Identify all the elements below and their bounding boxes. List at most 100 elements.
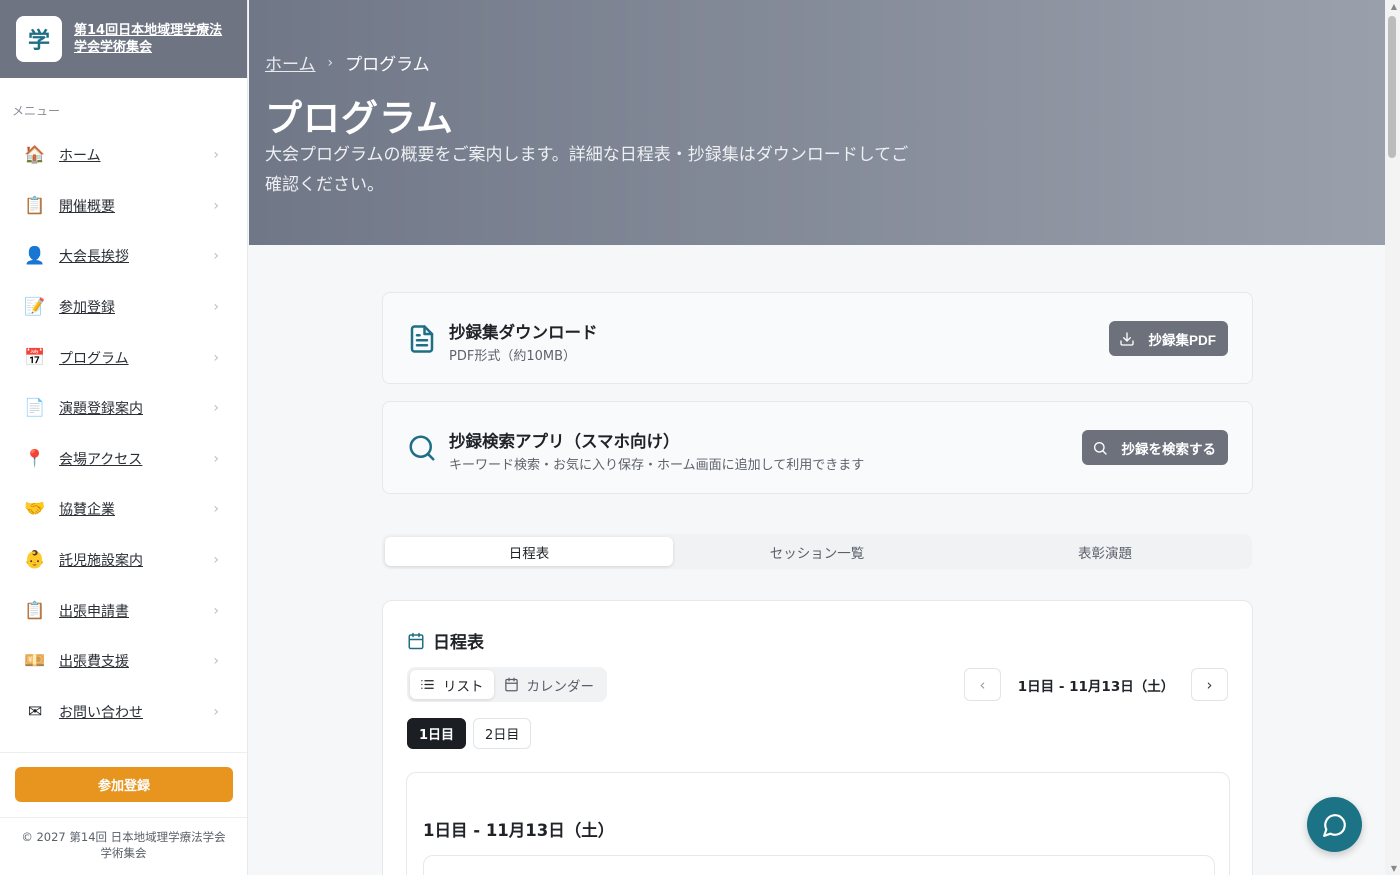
calendar-view-button[interactable]: カレンダー bbox=[494, 670, 605, 699]
download-pdf-label: 抄録集PDF bbox=[1148, 332, 1217, 348]
download-icon bbox=[1119, 331, 1134, 346]
menu-label: メニュー bbox=[12, 104, 61, 118]
calendar-icon: 📅 bbox=[24, 347, 46, 368]
clipboard-icon: 📋 bbox=[24, 600, 46, 621]
sidebar-item[interactable]: 📋 開催概要 › bbox=[0, 181, 247, 232]
site-title[interactable]: 第14回日本地域理学療法 学会学術集会 bbox=[74, 22, 222, 56]
chat-icon bbox=[1322, 813, 1346, 837]
sidebar-item[interactable]: 👶 託児施設案内 › bbox=[0, 535, 247, 586]
search-abstracts-button[interactable]: 抄録を検索する bbox=[1081, 430, 1228, 465]
sidebar-item[interactable]: 🤝 協賛企業 › bbox=[0, 484, 247, 535]
sidebar-item[interactable]: 📝 参加登録 › bbox=[0, 282, 247, 333]
sidebar-item[interactable]: 👤 大会長挨拶 › bbox=[0, 231, 247, 282]
site-title-line2: 学会学術集会 bbox=[74, 40, 153, 55]
page-description: 大会プログラムの概要をご案内します。詳細な日程表・抄録集はダウンロードしてご確認… bbox=[265, 145, 909, 195]
day-schedule-card: 1日目 - 11月13日（土） bbox=[406, 772, 1230, 875]
sidebar-item[interactable]: 📅 プログラム › bbox=[0, 332, 247, 383]
chevron-right-icon: › bbox=[213, 552, 219, 569]
tab-sessions[interactable]: セッション一覧 bbox=[673, 537, 961, 566]
sidebar-item[interactable]: 📍 会場アクセス › bbox=[0, 434, 247, 485]
sidebar-item-label: ホーム bbox=[59, 148, 101, 165]
calendar-icon bbox=[504, 677, 518, 692]
chat-button[interactable] bbox=[1307, 797, 1362, 852]
search-card-title: 抄録検索アプリ（スマホ向け） bbox=[449, 432, 680, 451]
breadcrumb-home-link[interactable]: ホーム bbox=[265, 50, 316, 75]
sidebar-item-label: 演題登録案内 bbox=[59, 401, 143, 418]
search-icon bbox=[1093, 441, 1107, 455]
breadcrumb-separator-icon: › bbox=[327, 54, 334, 71]
chevron-right-icon: › bbox=[213, 147, 219, 164]
search-icon bbox=[409, 435, 435, 461]
chevron-right-icon: › bbox=[213, 703, 219, 720]
sidebar-item-label: 会場アクセス bbox=[59, 451, 143, 468]
handshake-icon: 🤝 bbox=[24, 499, 46, 520]
person-icon: 👤 bbox=[24, 246, 46, 267]
day-tab-2[interactable]: 2日目 bbox=[473, 718, 532, 749]
memo-icon: 📝 bbox=[24, 297, 46, 318]
brand-header[interactable]: 学 第14回日本地域理学療法 学会学術集会 bbox=[0, 0, 247, 78]
next-day-button[interactable]: › bbox=[1191, 668, 1228, 701]
chevron-right-icon: › bbox=[213, 602, 219, 619]
list-view-label: リスト bbox=[443, 678, 484, 695]
calendar-view-label: カレンダー bbox=[526, 678, 595, 695]
sidebar-item-label: 出張申請書 bbox=[59, 603, 129, 620]
tab-schedule[interactable]: 日程表 bbox=[385, 537, 673, 566]
chevron-right-icon: › bbox=[213, 653, 219, 670]
sidebar-item-label: 参加登録 bbox=[59, 300, 115, 317]
site-logo: 学 bbox=[16, 16, 62, 62]
download-card-subtitle: PDF形式（約10MB） bbox=[449, 349, 577, 364]
list-view-button[interactable]: リスト bbox=[410, 670, 494, 699]
breadcrumb: ホーム › プログラム bbox=[265, 50, 430, 76]
sidebar-item[interactable]: 📋 出張申請書 › bbox=[0, 585, 247, 636]
sidebar-item[interactable]: 📄 演題登録案内 › bbox=[0, 383, 247, 434]
sidebar-item-label: 大会長挨拶 bbox=[59, 249, 129, 266]
chevron-right-icon: › bbox=[213, 450, 219, 467]
sidebar-item[interactable]: 🏠 ホーム › bbox=[0, 130, 247, 181]
scroll-down-icon[interactable]: ▼ bbox=[1391, 864, 1397, 873]
sidebar-item-label: 託児施設案内 bbox=[59, 553, 143, 570]
clipboard-icon: 📋 bbox=[24, 195, 46, 216]
breadcrumb-current: プログラム bbox=[345, 55, 430, 75]
search-abstracts-label: 抄録を検索する bbox=[1121, 441, 1217, 457]
download-pdf-button[interactable]: 抄録集PDF bbox=[1108, 321, 1228, 356]
sidebar-item[interactable]: ✉ お問い合わせ › bbox=[0, 687, 247, 738]
session-card[interactable] bbox=[423, 855, 1215, 875]
tab-awards[interactable]: 表彰演題 bbox=[961, 537, 1249, 566]
day-tabs: 1日目 2日目 bbox=[407, 718, 538, 749]
baby-icon: 👶 bbox=[24, 550, 46, 571]
sidebar-item[interactable]: 💴 出張費支援 › bbox=[0, 636, 247, 687]
sidebar-item-label: 協賛企業 bbox=[59, 502, 115, 519]
sidebar-cta-area: 参加登録 bbox=[0, 752, 247, 802]
chevron-right-icon: › bbox=[213, 349, 219, 366]
page-hero: ホーム › プログラム プログラム 大会プログラムの概要をご案内します。詳細な日… bbox=[249, 0, 1385, 245]
site-title-line1: 第14回日本地域理学療法 bbox=[74, 23, 223, 38]
chevron-right-icon: › bbox=[213, 501, 219, 518]
scrollbar-thumb[interactable] bbox=[1388, 16, 1396, 158]
envelope-icon: ✉ bbox=[27, 701, 43, 722]
abstract-search-card: 抄録検索アプリ（スマホ向け） キーワード検索・お気に入り保存・ホーム画面に追加し… bbox=[382, 401, 1253, 494]
schedule-title: 日程表 bbox=[433, 633, 484, 653]
house-icon: 🏠 bbox=[24, 145, 46, 166]
sidebar-item-label: 出張費支援 bbox=[59, 654, 129, 671]
page-title: プログラム bbox=[265, 97, 454, 140]
sidebar-item-label: 開催概要 bbox=[59, 198, 115, 215]
money-icon: 💴 bbox=[24, 651, 46, 672]
sidebar-menu: 🏠 ホーム › 📋 開催概要 › 👤 大会長挨拶 › 📝 参加登録 › 📅 プログラム › 📄 演題登録案内 › 📍… bbox=[0, 130, 247, 737]
scroll-up-icon[interactable]: ▲ bbox=[1391, 2, 1397, 11]
calendar-icon bbox=[408, 632, 424, 649]
schedule-header: 日程表 bbox=[407, 628, 484, 653]
view-toggle: リスト カレンダー bbox=[407, 667, 607, 702]
sidebar-item-label: お問い合わせ bbox=[59, 704, 143, 721]
chevron-right-icon: › bbox=[213, 400, 219, 417]
chevron-right-icon: › bbox=[213, 197, 219, 214]
download-card-title: 抄録集ダウンロード bbox=[449, 323, 598, 342]
sidebar: 学 第14回日本地域理学療法 学会学術集会 メニュー 🏠 ホーム › 📋 開催概要 › 👤 大… bbox=[0, 0, 248, 875]
register-button[interactable]: 参加登録 bbox=[15, 767, 233, 802]
page-scrollbar[interactable]: ▲ ▼ bbox=[1385, 0, 1400, 875]
day-tab-1[interactable]: 1日目 bbox=[407, 718, 467, 749]
document-icon: 📄 bbox=[24, 398, 46, 419]
schedule-panel: 日程表 リスト カレンダー ‹ 1日目 - 11月13日（土） › 1日目 2日… bbox=[382, 600, 1253, 875]
prev-day-button[interactable]: ‹ bbox=[964, 668, 1001, 701]
list-icon bbox=[421, 680, 434, 689]
sidebar-item-label: プログラム bbox=[59, 350, 129, 367]
